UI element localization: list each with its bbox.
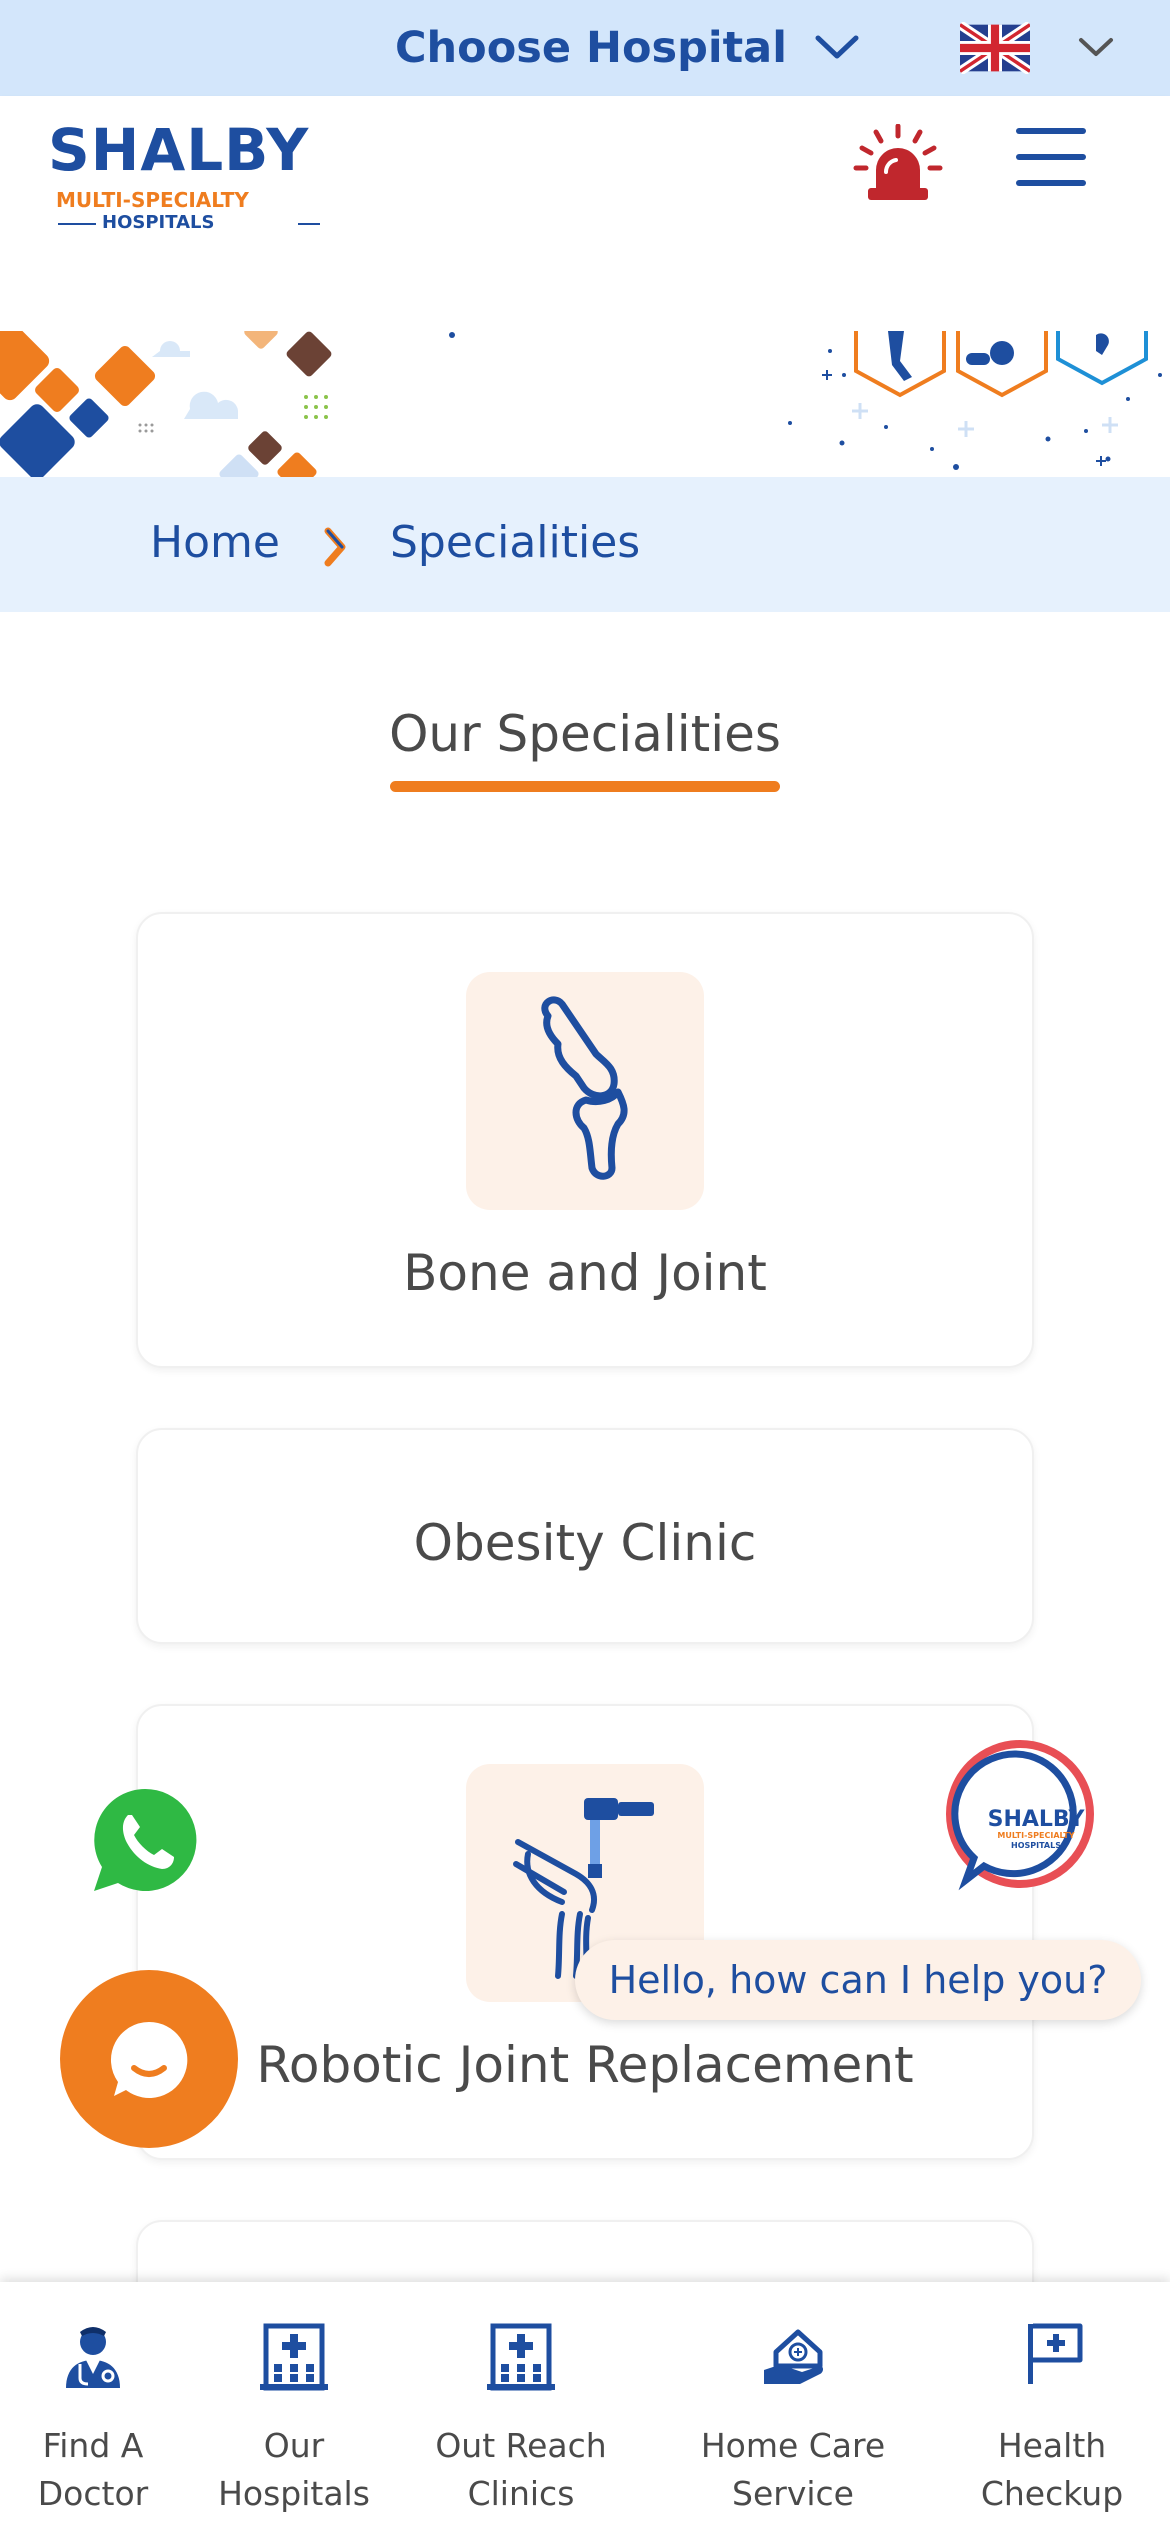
doctor-icon (66, 2327, 120, 2388)
logo-tagline-1: MULTI-SPECIALTY (56, 188, 249, 212)
chatbot-greeting-bubble[interactable]: Hello, how can I help you? (575, 1940, 1141, 2020)
hospital-building-icon (260, 2323, 328, 2391)
clinic-building-icon (487, 2323, 555, 2391)
chat-bubble-icon (110, 2021, 188, 2098)
speciality-label: Obesity Clinic (413, 1514, 757, 1572)
site-header: SHALBY MULTI-SPECIALTY HOSPITALS (0, 96, 1170, 331)
chat-launcher-button[interactable] (60, 1970, 238, 2148)
hero-banner (0, 331, 1170, 477)
siren-icon[interactable] (850, 124, 946, 204)
logo-rule (298, 223, 320, 225)
choose-hospital-dropdown[interactable]: Choose Hospital (395, 18, 859, 78)
top-bar: Choose Hospital (0, 0, 1170, 96)
nav-our-hospitals[interactable]: Our Hospitals (198, 2282, 390, 2532)
speciality-label: Bone and Joint (403, 1244, 767, 1302)
nav-health-checkup[interactable]: Health Checkup (952, 2282, 1152, 2532)
home-care-icon (764, 2329, 823, 2384)
nav-label: Health Checkup (980, 2426, 1124, 2513)
nav-label: Find A Doctor (37, 2426, 149, 2513)
speciality-card-bone-and-joint[interactable]: Bone and Joint (136, 912, 1034, 1368)
logo-tagline-2: HOSPITALS (102, 212, 215, 233)
nav-home-care-service[interactable]: Home Care Service (684, 2282, 902, 2532)
logo-rule (58, 223, 96, 225)
nav-label: Our Hospitals (218, 2426, 370, 2513)
shalby-logo[interactable]: SHALBY MULTI-SPECIALTY HOSPITALS (48, 116, 320, 233)
bot-badge-line1: MULTI-SPECIALTY (997, 1831, 1074, 1840)
speciality-card-robotic-joint-replacement[interactable]: Robotic Joint Replacement (136, 1704, 1034, 2160)
bot-badge-brand: SHALBY (988, 1807, 1086, 1832)
bone-joint-icon (541, 996, 628, 1180)
speciality-card-obesity-clinic[interactable]: Obesity Clinic (136, 1428, 1034, 1644)
breadcrumb: Home Specialities (0, 477, 1170, 612)
bot-badge-line2: HOSPITALS (1011, 1841, 1061, 1850)
section-title-underline (390, 781, 780, 792)
logo-brand: SHALBY (48, 116, 310, 184)
section-title: Our Specialities (389, 705, 781, 763)
nav-out-reach-clinics[interactable]: Out Reach Clinics (425, 2282, 617, 2532)
nav-find-a-doctor[interactable]: Find A Doctor (0, 2282, 186, 2532)
bottom-navigation: Find A Doctor Our Hospitals Out Reach Cl… (0, 2282, 1170, 2532)
speciality-icon-tile (466, 972, 704, 1210)
banner-decoration (0, 331, 1162, 477)
health-flag-icon (1028, 2323, 1083, 2384)
breadcrumb-home-link[interactable]: Home (150, 517, 280, 568)
choose-hospital-label: Choose Hospital (395, 23, 787, 73)
hamburger-menu-icon[interactable] (1012, 128, 1090, 190)
speciality-label: Robotic Joint Replacement (256, 2036, 914, 2094)
nav-label: Home Care Service (700, 2426, 886, 2513)
chatbot-avatar[interactable]: SHALBY MULTI-SPECIALTY HOSPITALS (944, 1740, 1100, 1896)
whatsapp-icon[interactable] (90, 1785, 200, 1895)
uk-flag-icon[interactable] (960, 22, 1030, 74)
chevron-right-icon (324, 527, 346, 567)
chevron-down-icon (815, 35, 859, 59)
language-chevron-down-icon[interactable] (1078, 36, 1114, 60)
breadcrumb-current: Specialities (390, 517, 641, 568)
chatbot-badge: SHALBY MULTI-SPECIALTY HOSPITALS (946, 1740, 1094, 1891)
nav-label: Out Reach Clinics (435, 2426, 607, 2513)
